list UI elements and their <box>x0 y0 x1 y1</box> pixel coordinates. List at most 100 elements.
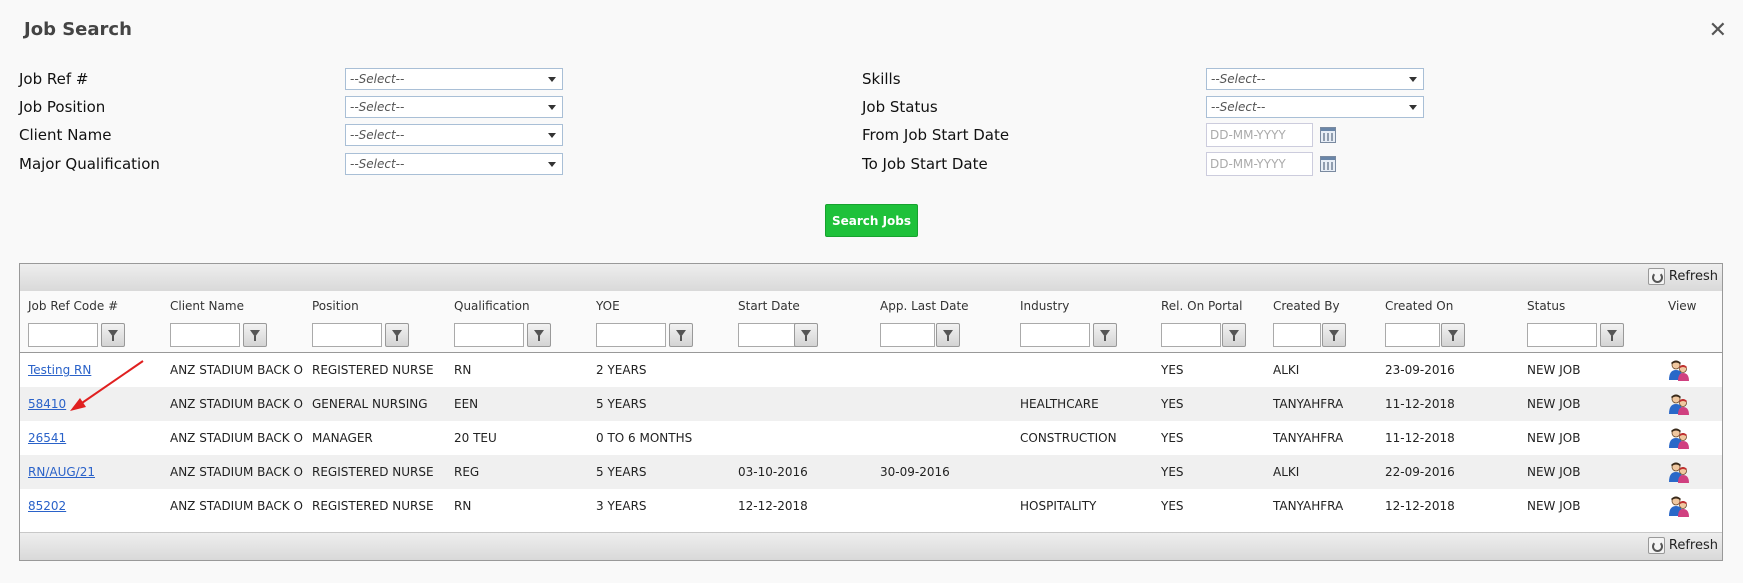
from-start-date-placeholder: DD-MM-YYYY <box>1210 128 1286 142</box>
filter-icon[interactable] <box>527 323 551 347</box>
column-header[interactable]: Job Ref Code # <box>28 299 118 313</box>
table-cell: 22-09-2016 <box>1385 465 1455 479</box>
filter-icon[interactable] <box>243 323 267 347</box>
job-status-select[interactable]: --Select-- <box>1206 96 1424 118</box>
job-ref-link[interactable]: 58410 <box>28 397 66 411</box>
users-icon[interactable] <box>1667 460 1691 484</box>
users-icon[interactable] <box>1667 426 1691 450</box>
table-cell: REG <box>454 465 480 479</box>
column-header[interactable]: Status <box>1527 299 1565 313</box>
table-cell: MANAGER <box>312 431 373 445</box>
table-cell: CONSTRUCTION <box>1020 431 1117 445</box>
job-position-select[interactable]: --Select-- <box>345 96 563 118</box>
table-cell: ALKI <box>1273 363 1300 377</box>
users-icon[interactable] <box>1667 494 1691 518</box>
refresh-icon <box>1647 268 1665 285</box>
to-start-date-input[interactable]: DD-MM-YYYY <box>1206 152 1313 176</box>
filter-icon[interactable] <box>936 323 960 347</box>
filter-input[interactable] <box>312 323 382 347</box>
users-icon[interactable] <box>1667 392 1691 416</box>
chevron-down-icon <box>548 162 556 167</box>
filter-icon[interactable] <box>1222 323 1246 347</box>
table-cell: REGISTERED NURSE <box>312 363 434 377</box>
calendar-icon[interactable] <box>1320 156 1336 172</box>
table-cell: RN <box>454 363 472 377</box>
filter-input[interactable] <box>28 323 98 347</box>
jobs-grid: Refresh Job Ref Code # Client Name Posit… <box>19 263 1723 561</box>
refresh-label: Refresh <box>1668 269 1718 284</box>
column-header[interactable]: Created On <box>1385 299 1453 313</box>
column-header[interactable]: Qualification <box>454 299 530 313</box>
table-cell: NEW JOB <box>1527 465 1581 479</box>
grid-toolbar-bottom: Refresh <box>20 532 1722 560</box>
refresh-button-top[interactable]: Refresh <box>1647 268 1718 285</box>
table-cell: ANZ STADIUM BACK O <box>170 499 303 513</box>
job-position-select-value: --Select-- <box>350 100 405 114</box>
column-header[interactable]: App. Last Date <box>880 299 969 313</box>
column-header[interactable]: Start Date <box>738 299 800 313</box>
users-icon[interactable] <box>1667 358 1691 382</box>
filter-icon[interactable] <box>1600 323 1624 347</box>
filter-input[interactable] <box>1385 323 1440 347</box>
table-cell: NEW JOB <box>1527 431 1581 445</box>
filter-icon[interactable] <box>1322 323 1346 347</box>
table-cell: YES <box>1161 465 1184 479</box>
table-cell: ANZ STADIUM BACK O <box>170 397 303 411</box>
job-ref-link[interactable]: Testing RN <box>28 363 91 377</box>
major-qualification-select-value: --Select-- <box>350 157 405 171</box>
close-icon[interactable]: ✕ <box>1709 20 1727 42</box>
filter-input[interactable] <box>1273 323 1321 347</box>
search-jobs-button[interactable]: Search Jobs <box>825 204 918 237</box>
filter-input[interactable] <box>1527 323 1597 347</box>
skills-select-value: --Select-- <box>1211 72 1266 86</box>
from-start-date-input[interactable]: DD-MM-YYYY <box>1206 123 1313 147</box>
table-cell: ANZ STADIUM BACK O <box>170 431 303 445</box>
calendar-icon[interactable] <box>1320 127 1336 143</box>
filter-icon[interactable] <box>101 323 125 347</box>
skills-select[interactable]: --Select-- <box>1206 68 1424 90</box>
major-qualification-label: Major Qualification <box>19 155 160 173</box>
client-name-select[interactable]: --Select-- <box>345 124 563 146</box>
filter-input[interactable] <box>880 323 935 347</box>
table-cell: 20 TEU <box>454 431 497 445</box>
table-cell: 23-09-2016 <box>1385 363 1455 377</box>
table-row: 58410 ANZ STADIUM BACK O GENERAL NURSING EE… <box>20 387 1722 421</box>
table-cell: HEALTHCARE <box>1020 397 1099 411</box>
refresh-button-bottom[interactable]: Refresh <box>1647 537 1718 554</box>
job-ref-link[interactable]: 85202 <box>28 499 66 513</box>
table-cell: ANZ STADIUM BACK O <box>170 465 303 479</box>
job-status-label: Job Status <box>862 98 938 116</box>
client-name-select-value: --Select-- <box>350 128 405 142</box>
column-header[interactable]: YOE <box>596 299 620 313</box>
filter-icon[interactable] <box>1441 323 1465 347</box>
table-cell: 5 YEARS <box>596 465 647 479</box>
filter-icon[interactable] <box>669 323 693 347</box>
job-ref-link[interactable]: 26541 <box>28 431 66 445</box>
job-ref-select[interactable]: --Select-- <box>345 68 563 90</box>
table-cell: TANYAHFRA <box>1273 397 1344 411</box>
filter-icon[interactable] <box>385 323 409 347</box>
filter-input[interactable] <box>454 323 524 347</box>
column-header[interactable]: Rel. On Portal <box>1161 299 1243 313</box>
column-header[interactable]: Client Name <box>170 299 244 313</box>
table-cell: RN <box>454 499 472 513</box>
filter-input[interactable] <box>596 323 666 347</box>
chevron-down-icon <box>1409 105 1417 110</box>
filter-icon[interactable] <box>794 323 818 347</box>
job-ref-link[interactable]: RN/AUG/21 <box>28 465 95 479</box>
column-header[interactable]: Industry <box>1020 299 1069 313</box>
table-cell: 03-10-2016 <box>738 465 808 479</box>
column-header[interactable]: Position <box>312 299 359 313</box>
table-cell: 5 YEARS <box>596 397 647 411</box>
table-cell: REGISTERED NURSE <box>312 465 434 479</box>
table-cell: NEW JOB <box>1527 363 1581 377</box>
job-ref-select-value: --Select-- <box>350 72 405 86</box>
table-cell: YES <box>1161 499 1184 513</box>
filter-input[interactable] <box>170 323 240 347</box>
major-qualification-select[interactable]: --Select-- <box>345 153 563 175</box>
column-header[interactable]: Created By <box>1273 299 1340 313</box>
filter-input[interactable] <box>1020 323 1090 347</box>
table-row: Testing RN ANZ STADIUM BACK O REGISTERED N… <box>20 353 1722 387</box>
filter-icon[interactable] <box>1093 323 1117 347</box>
filter-input[interactable] <box>1161 323 1221 347</box>
